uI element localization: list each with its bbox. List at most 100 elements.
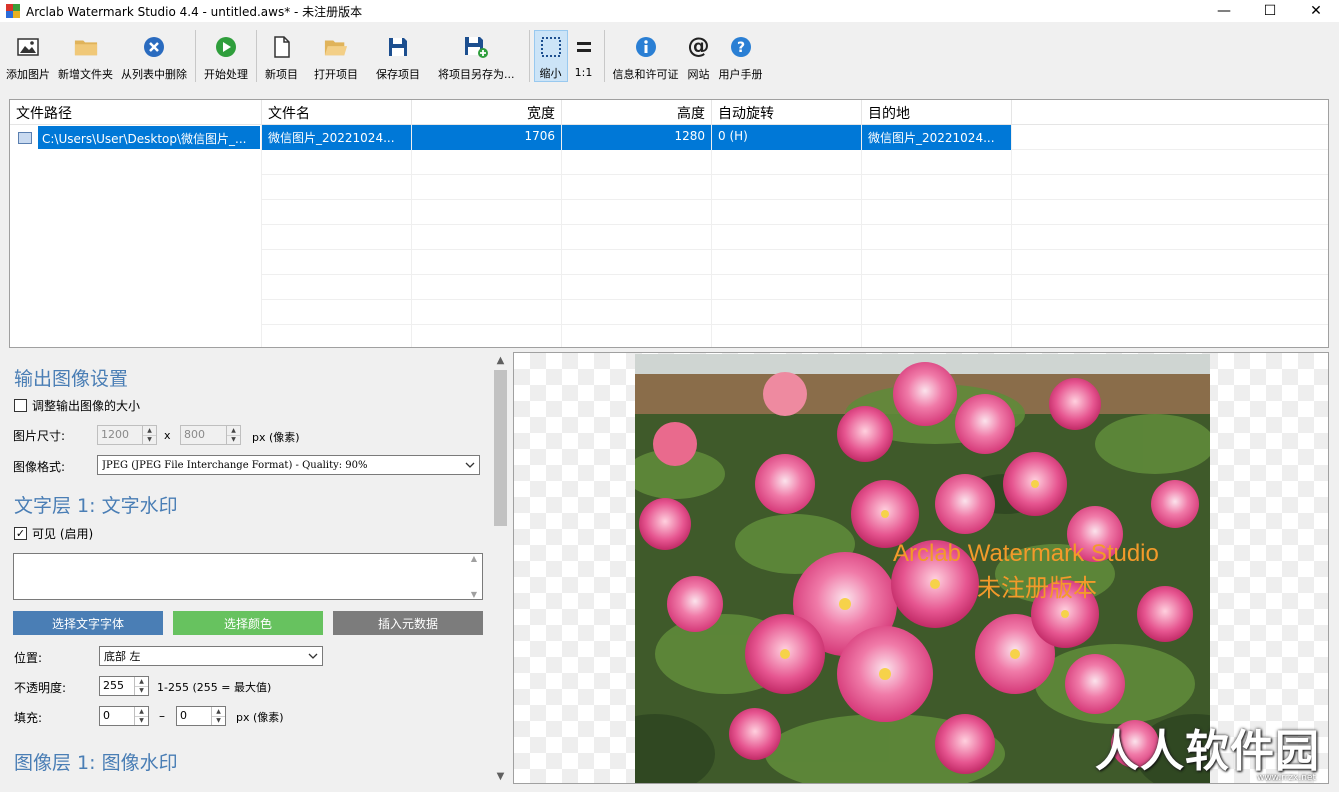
empty-row <box>10 250 1328 275</box>
add-folder-button[interactable]: 新增文件夹 <box>54 34 117 82</box>
stepper-arrows[interactable]: ▲ ▼ <box>134 707 148 725</box>
column-header-width[interactable]: 宽度 <box>412 100 562 125</box>
padding-dash: – <box>159 709 165 723</box>
new-file-icon <box>270 34 294 60</box>
toolbar: 添加图片 新增文件夹 从列表中删除 开始处理 新项目 打开项目 保存项目 将项目… <box>0 22 1339 90</box>
settings-scrollbar[interactable]: ▲ ▼ <box>492 352 509 784</box>
folder-icon <box>74 34 98 60</box>
play-icon <box>214 34 238 60</box>
empty-row <box>10 325 1328 347</box>
close-button[interactable]: ✕ <box>1293 0 1339 22</box>
width-stepper[interactable]: 1200 ▲ ▼ <box>97 425 157 445</box>
actual-size-button[interactable]: 1:1 <box>568 34 600 82</box>
width-value: 1200 <box>101 428 129 441</box>
checkbox-box <box>14 399 27 412</box>
padding-label: 填充: <box>14 711 43 725</box>
opacity-stepper[interactable]: 255 ▲ ▼ <box>99 676 149 696</box>
svg-text:?: ? <box>736 40 744 56</box>
select-color-button[interactable]: 选择颜色 <box>173 611 323 635</box>
image-size-label: 图片尺寸: <box>13 429 66 443</box>
add-image-button[interactable]: 添加图片 <box>2 34 54 82</box>
remove-from-list-button[interactable]: 从列表中删除 <box>117 34 191 82</box>
info-license-label: 信息和许可证 <box>612 68 679 81</box>
stepper-arrows[interactable]: ▲ ▼ <box>142 426 156 444</box>
window-title: Arclab Watermark Studio 4.4 - untitled.a… <box>26 4 363 19</box>
minimize-button[interactable]: — <box>1201 0 1247 22</box>
website-button[interactable]: @ 网站 <box>683 34 715 82</box>
image-icon <box>16 34 40 60</box>
position-label: 位置: <box>14 651 43 665</box>
add-image-label: 添加图片 <box>6 68 50 81</box>
column-header-path[interactable]: 文件路径 <box>10 100 262 125</box>
height-stepper[interactable]: 800 ▲ ▼ <box>180 425 241 445</box>
app-window: Arclab Watermark Studio 4.4 - untitled.a… <box>0 0 1339 792</box>
stepper-arrows[interactable]: ▲ ▼ <box>134 677 148 695</box>
padding-unit-label: px (像素) <box>236 711 284 724</box>
empty-row <box>10 225 1328 250</box>
stepper-arrows[interactable]: ▲ ▼ <box>211 707 225 725</box>
toolbar-separator <box>603 30 605 82</box>
scroll-up-arrow[interactable]: ▲ <box>492 352 509 368</box>
insert-metadata-button[interactable]: 插入元数据 <box>333 611 483 635</box>
title-bar: Arclab Watermark Studio 4.4 - untitled.a… <box>0 0 1339 22</box>
open-project-label: 打开项目 <box>314 68 358 81</box>
app-logo-icon <box>6 4 20 18</box>
position-select[interactable]: 底部 左 <box>99 646 323 666</box>
column-header-filename[interactable]: 文件名 <box>262 100 412 125</box>
save-project-label: 保存项目 <box>376 68 420 81</box>
open-project-button[interactable]: 打开项目 <box>310 34 362 82</box>
watermark-text-line2: 未注册版本 <box>977 575 1097 602</box>
padding-y-stepper[interactable]: 0 ▲ ▼ <box>176 706 226 726</box>
empty-row <box>10 300 1328 325</box>
size-unit-label: px (像素) <box>252 431 300 444</box>
table-row[interactable]: C:\Users\User\Desktop\微信图片_... 微信图片_2022… <box>10 125 1328 150</box>
file-list-table[interactable]: 文件路径 文件名 宽度 高度 自动旋转 目的地 C:\Users\User\De… <box>9 99 1329 348</box>
watermark-text-input[interactable]: ▲ ▼ <box>13 553 483 600</box>
text-layer-title: 文字层 1: 文字水印 <box>14 495 178 517</box>
file-path-text: C:\Users\User\Desktop\微信图片_... <box>38 126 260 149</box>
toolbar-separator <box>528 30 530 82</box>
save-project-as-label: 将项目另存为... <box>438 68 515 81</box>
image-format-select[interactable]: JPEG (JPEG File Interchange Format) - Qu… <box>97 455 480 475</box>
padding-y-value: 0 <box>180 709 187 722</box>
select-font-button[interactable]: 选择文字字体 <box>13 611 163 635</box>
start-processing-button[interactable]: 开始处理 <box>200 34 252 82</box>
size-x-separator: x <box>164 429 171 442</box>
column-header-height[interactable]: 高度 <box>562 100 712 125</box>
image-format-value: JPEG (JPEG File Interchange Format) - Qu… <box>102 459 368 471</box>
new-project-label: 新项目 <box>265 68 298 81</box>
visible-enabled-label: 可见 (启用) <box>32 527 94 541</box>
start-processing-label: 开始处理 <box>204 68 248 81</box>
resize-output-checkbox[interactable]: 调整输出图像的大小 <box>14 397 140 414</box>
website-label: 网站 <box>687 68 710 81</box>
new-project-button[interactable]: 新项目 <box>261 34 302 82</box>
maximize-button[interactable]: ☐ <box>1247 0 1293 22</box>
cell-path: C:\Users\User\Desktop\微信图片_... <box>10 125 262 150</box>
column-header-auto-rotate[interactable]: 自动旋转 <box>712 100 862 125</box>
actual-size-label: 1:1 <box>574 66 593 79</box>
info-license-button[interactable]: 信息和许可证 <box>609 34 683 82</box>
stepper-arrows[interactable]: ▲ ▼ <box>226 426 240 444</box>
visible-enabled-checkbox[interactable]: ✓ 可见 (启用) <box>14 525 93 542</box>
fit-dotted-frame-icon <box>539 34 563 59</box>
opacity-hint: 1-255 (255 = 最大值) <box>157 681 272 694</box>
shrink-view-button[interactable]: 缩小 <box>533 30 568 82</box>
save-project-button[interactable]: 保存项目 <box>372 34 424 82</box>
image-preview[interactable]: Arclab Watermark Studio 未注册版本 人人软件园 www.… <box>513 352 1329 784</box>
scroll-down-arrow[interactable]: ▼ <box>492 768 509 784</box>
save-project-as-button[interactable]: 将项目另存为... <box>434 34 519 82</box>
textarea-scrollbar[interactable]: ▲ ▼ <box>466 554 482 599</box>
site-watermark-logo: 人人软件园 <box>1095 726 1320 777</box>
shrink-view-label: 缩小 <box>539 67 562 80</box>
cell-destination: 微信图片_20221024... <box>862 125 1012 150</box>
scrollbar-thumb[interactable] <box>494 370 507 526</box>
equals-icon <box>572 34 596 60</box>
padding-x-stepper[interactable]: 0 ▲ ▼ <box>99 706 149 726</box>
resize-output-label: 调整输出图像的大小 <box>32 399 141 413</box>
user-manual-button[interactable]: ? 用户手册 <box>715 34 767 82</box>
help-icon: ? <box>729 34 753 60</box>
height-value: 800 <box>184 428 205 441</box>
column-header-destination[interactable]: 目的地 <box>862 100 1012 125</box>
cell-height: 1280 <box>562 125 712 150</box>
empty-row <box>10 275 1328 300</box>
